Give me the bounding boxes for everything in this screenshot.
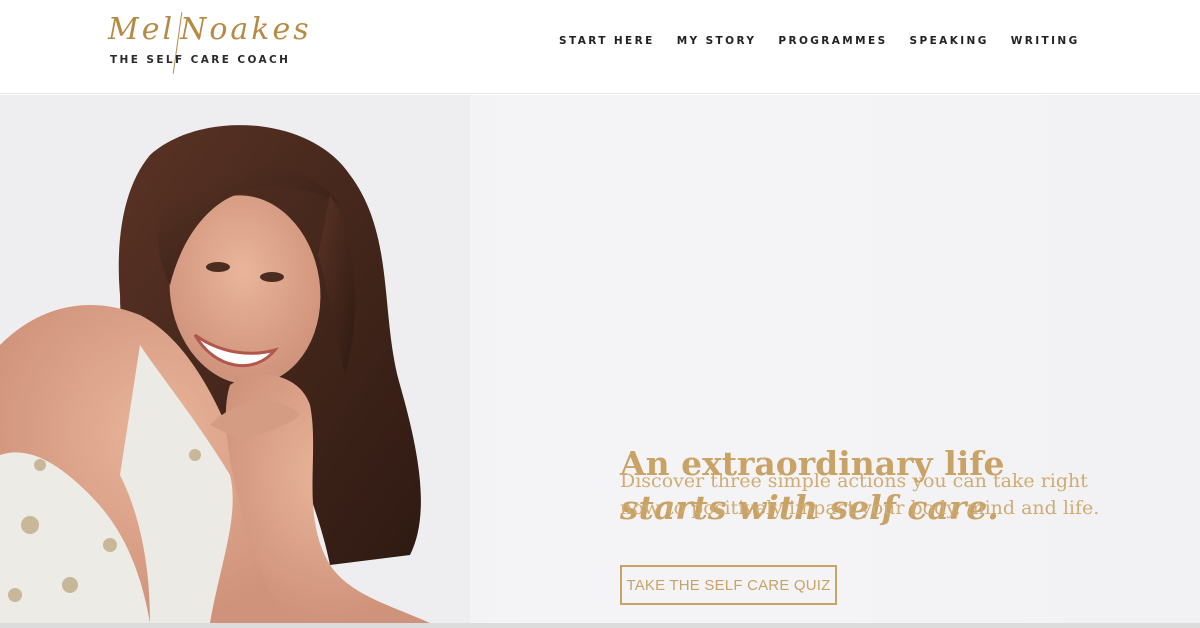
logo-script-first: Mel [108,12,176,47]
nav-item-speaking[interactable]: SPEAKING [910,35,989,47]
section-divider [0,623,1200,628]
logo-script-second: Noakes [180,12,312,47]
nav-item-writing[interactable]: WRITING [1011,35,1080,47]
site-header: Mel Noakes THE SELF CARE COACH START HERE… [0,0,1200,94]
nav-item-programmes[interactable]: PROGRAMMES [778,35,887,47]
logo[interactable]: Mel Noakes THE SELF CARE COACH [108,8,309,80]
hero-subtext: Discover three simple actions you can ta… [620,470,1100,519]
hero-portrait-image [0,95,470,623]
hero-section: An extraordinary life starts with self c… [0,95,1200,623]
self-care-quiz-button[interactable]: TAKE THE SELF CARE QUIZ [620,565,837,605]
nav-item-start-here[interactable]: START HERE [559,35,655,47]
nav-item-my-story[interactable]: MY STORY [677,35,757,47]
main-nav: START HERE MY STORY PROGRAMMES SPEAKING … [559,35,1102,47]
logo-tagline: THE SELF CARE COACH [110,54,291,66]
